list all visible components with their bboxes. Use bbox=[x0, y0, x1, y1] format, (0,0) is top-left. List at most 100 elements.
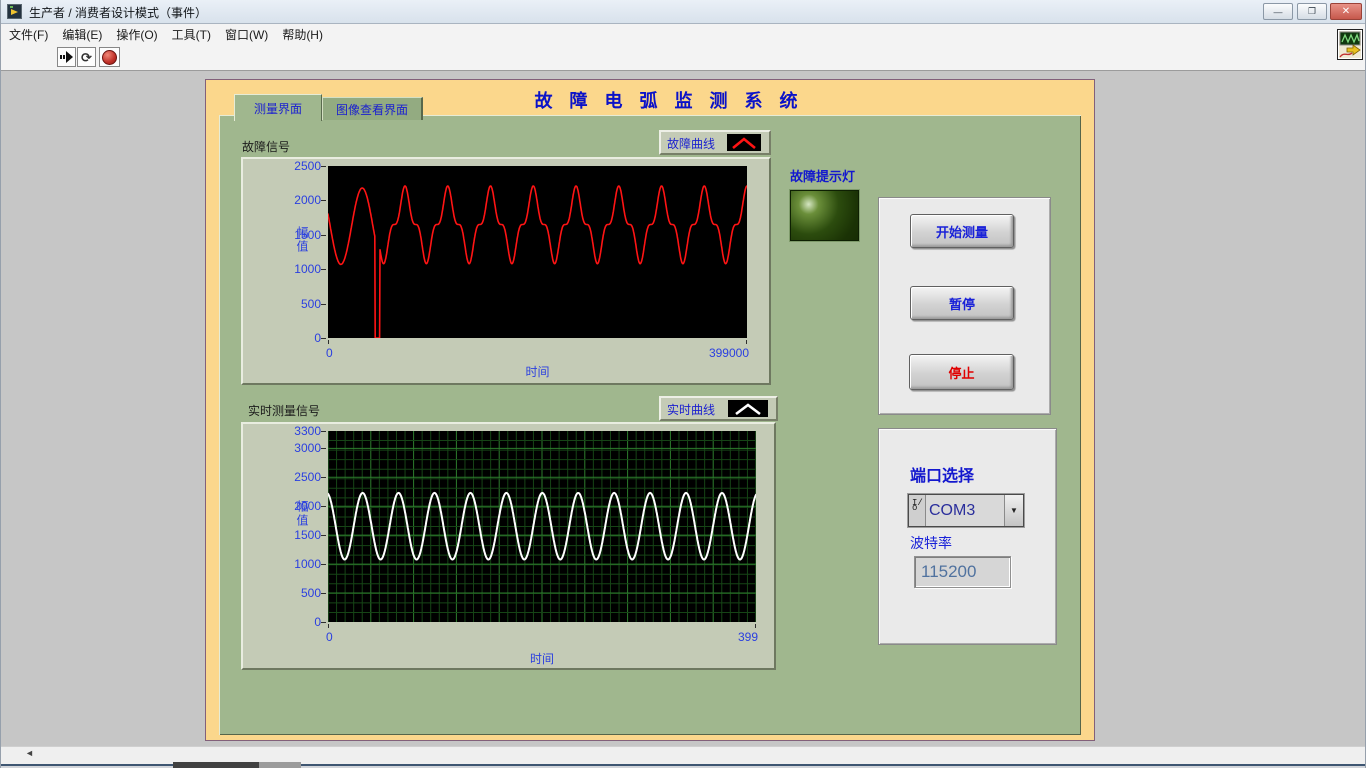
fault-waveform bbox=[328, 186, 747, 338]
fault-x-tick-mark bbox=[746, 340, 747, 344]
fault-curve-icon bbox=[730, 136, 758, 150]
realtime-y-tick-mark bbox=[321, 564, 326, 565]
fault-plot-area bbox=[328, 166, 747, 338]
pause-button[interactable]: 暂停 bbox=[910, 286, 1014, 320]
fault-y-tick-mark bbox=[321, 166, 326, 167]
fault-y-tick-label: 1000 bbox=[275, 262, 321, 276]
window-title: 生产者 / 消费者设计模式（事件） bbox=[29, 4, 207, 21]
menu-item-help[interactable]: 帮助(H) bbox=[282, 26, 323, 43]
application-window: 生产者 / 消费者设计模式（事件） — ❐ ✕ 文件(F) 编辑(E) 操作(O… bbox=[0, 0, 1366, 768]
com-port-dropdown-button[interactable]: ▼ bbox=[1004, 495, 1023, 526]
realtime-y-tick-label: 1000 bbox=[275, 557, 321, 571]
stop-label: 停止 bbox=[948, 363, 974, 382]
realtime-y-tick-label: 3300 bbox=[275, 424, 321, 438]
fault-led-label: 故障提示灯 bbox=[790, 166, 855, 185]
run-button[interactable] bbox=[57, 47, 76, 67]
realtime-y-tick-label: 2500 bbox=[275, 470, 321, 484]
port-select-label: 端口选择 bbox=[910, 462, 974, 486]
start-measure-label: 开始测量 bbox=[936, 222, 988, 241]
realtime-xlabel: 时间 bbox=[328, 650, 756, 667]
fault-x-tick-label: 0 bbox=[326, 346, 333, 360]
realtime-legend[interactable]: 实时曲线 bbox=[659, 396, 778, 421]
fault-y-tick-mark bbox=[321, 338, 326, 339]
com-port-combo[interactable]: I/o COM3 ▼ bbox=[908, 494, 1024, 527]
close-icon: ✕ bbox=[1342, 6, 1350, 17]
realtime-y-tick-mark bbox=[321, 622, 326, 623]
fault-y-tick-label: 2500 bbox=[275, 159, 321, 173]
fault-y-tick-label: 500 bbox=[275, 297, 321, 311]
realtime-x-tick-label: 399 bbox=[664, 630, 758, 644]
tab-image-view-label: 图像查看界面 bbox=[336, 101, 408, 118]
start-measure-button[interactable]: 开始测量 bbox=[910, 214, 1014, 248]
realtime-y-tick-label: 3000 bbox=[275, 441, 321, 455]
fault-legend-swatch bbox=[727, 134, 761, 151]
tab-image-view[interactable]: 图像查看界面 bbox=[322, 97, 423, 120]
stop-button[interactable]: 停止 bbox=[909, 354, 1014, 390]
tab-measurement-label: 测量界面 bbox=[254, 100, 302, 117]
realtime-x-tick-mark bbox=[328, 624, 329, 628]
fault-y-tick-mark bbox=[321, 304, 326, 305]
realtime-y-tick-mark bbox=[321, 593, 326, 594]
toolbar bbox=[1, 45, 1366, 71]
baud-rate-value: 115200 bbox=[921, 562, 976, 582]
minimize-button[interactable]: — bbox=[1263, 3, 1293, 20]
visa-io-icon: I/o bbox=[909, 495, 926, 526]
fault-y-tick-label: 0 bbox=[275, 331, 321, 345]
vi-icon bbox=[1337, 29, 1363, 60]
realtime-y-tick-label: 2000 bbox=[275, 499, 321, 513]
restore-icon: ❐ bbox=[1308, 6, 1316, 17]
run-arrow-icon bbox=[60, 50, 74, 64]
tab-measurement[interactable]: 测量界面 bbox=[234, 94, 322, 121]
fault-led-indicator bbox=[789, 189, 860, 242]
chevron-down-icon: ▼ bbox=[1010, 506, 1018, 515]
realtime-y-tick-mark bbox=[321, 431, 326, 432]
fault-y-tick-label: 2000 bbox=[275, 193, 321, 207]
menu-item-edit[interactable]: 编辑(E) bbox=[62, 26, 102, 43]
pause-label: 暂停 bbox=[949, 294, 975, 313]
abort-button[interactable] bbox=[99, 47, 120, 67]
fault-legend[interactable]: 故障曲线 bbox=[659, 130, 771, 155]
menu-item-file[interactable]: 文件(F) bbox=[9, 26, 48, 43]
app-icon bbox=[7, 4, 22, 19]
title-bar[interactable]: 生产者 / 消费者设计模式（事件） — ❐ ✕ bbox=[1, 0, 1366, 24]
realtime-y-tick-mark bbox=[321, 448, 326, 449]
restore-button[interactable]: ❐ bbox=[1297, 3, 1327, 20]
menu-bar: 文件(F) 编辑(E) 操作(O) 工具(T) 窗口(W) 帮助(H) bbox=[1, 24, 1366, 45]
fault-y-tick-label: 1500 bbox=[275, 228, 321, 242]
run-continuous-icon: ⟳ bbox=[81, 51, 92, 64]
fault-x-tick-label: 399000 bbox=[655, 346, 749, 360]
close-button[interactable]: ✕ bbox=[1330, 3, 1362, 20]
page-title: 故 障 电 弧 监 测 系 统 bbox=[529, 87, 809, 113]
baud-rate-field[interactable]: 115200 bbox=[914, 556, 1011, 588]
realtime-y-tick-mark bbox=[321, 477, 326, 478]
realtime-x-tick-mark bbox=[755, 624, 756, 628]
realtime-legend-swatch bbox=[728, 400, 768, 417]
taskbar-peek bbox=[173, 762, 259, 768]
realtime-y-tick-label: 0 bbox=[275, 615, 321, 629]
scrollbar-left-arrow-icon[interactable]: ◄ bbox=[25, 748, 34, 758]
menu-item-window[interactable]: 窗口(W) bbox=[225, 26, 268, 43]
realtime-plot-area bbox=[328, 431, 756, 622]
fault-x-tick-mark bbox=[328, 340, 329, 344]
fault-xlabel: 时间 bbox=[328, 363, 747, 380]
realtime-chart-label: 实时测量信号 bbox=[248, 402, 320, 419]
com-port-value: COM3 bbox=[926, 495, 1004, 526]
realtime-y-tick-label: 500 bbox=[275, 586, 321, 600]
realtime-y-tick-mark bbox=[321, 506, 326, 507]
realtime-curve-icon bbox=[732, 402, 764, 416]
realtime-x-tick-label: 0 bbox=[326, 630, 333, 644]
realtime-y-tick-label: 1500 bbox=[275, 528, 321, 542]
baud-rate-label: 波特率 bbox=[910, 533, 952, 553]
realtime-y-tick-mark bbox=[321, 535, 326, 536]
fault-y-tick-mark bbox=[321, 235, 326, 236]
abort-icon bbox=[102, 50, 117, 65]
run-continuous-button[interactable]: ⟳ bbox=[77, 47, 96, 67]
minimize-icon: — bbox=[1274, 7, 1283, 17]
fault-chart-label: 故障信号 bbox=[242, 138, 290, 155]
menu-item-operate[interactable]: 操作(O) bbox=[116, 26, 157, 43]
fault-legend-label: 故障曲线 bbox=[667, 135, 715, 152]
menu-item-tools[interactable]: 工具(T) bbox=[172, 26, 211, 43]
realtime-legend-label: 实时曲线 bbox=[667, 401, 715, 418]
fault-y-tick-mark bbox=[321, 269, 326, 270]
port-panel bbox=[878, 428, 1057, 645]
